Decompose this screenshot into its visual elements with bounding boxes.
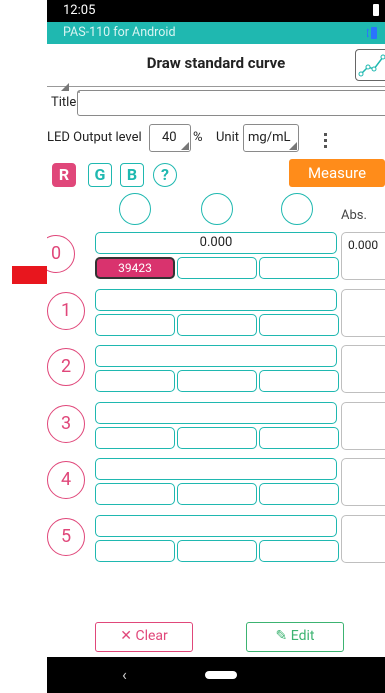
row-index-badge: 5: [47, 518, 85, 556]
system-nav-bar: ‹: [47, 657, 385, 693]
measurement-cell[interactable]: [177, 370, 257, 392]
row-index-badge: 4: [47, 461, 85, 499]
abs-value-box: [341, 458, 385, 506]
channel-g-button[interactable]: G: [88, 163, 112, 187]
led-unit-label: %: [193, 130, 203, 145]
measurement-cell[interactable]: [259, 257, 339, 279]
dropdown-icon: [181, 142, 189, 150]
status-bar: 12:05: [47, 0, 385, 22]
concentration-field[interactable]: [95, 402, 337, 424]
pencil-icon: ✎: [275, 628, 288, 644]
clock: 12:05: [63, 3, 96, 18]
measurement-cell[interactable]: [95, 427, 175, 449]
row-index-badge: 3: [47, 405, 85, 443]
measurement-cell[interactable]: [95, 483, 175, 505]
measurement-cell[interactable]: [259, 427, 339, 449]
abs-column-header: Abs.: [341, 208, 367, 223]
overflow-menu-icon[interactable]: [324, 133, 328, 151]
app-bar: PAS-110 for Android: [47, 22, 385, 44]
concentration-field[interactable]: [95, 515, 337, 537]
measurement-cell[interactable]: [177, 314, 257, 336]
measurement-cell[interactable]: [95, 314, 175, 336]
led-output-select[interactable]: 40: [149, 124, 191, 152]
dropdown-icon: [289, 142, 297, 150]
abs-value-box: [341, 345, 385, 393]
back-nav-icon[interactable]: ‹: [122, 665, 127, 684]
abs-value-box: 0.000: [341, 232, 385, 280]
title-label: Title: [51, 95, 77, 110]
measurement-cell[interactable]: [259, 314, 339, 336]
measurement-cell[interactable]: [259, 370, 339, 392]
edit-button[interactable]: ✎ Edit: [246, 622, 344, 652]
measurement-cell[interactable]: 39423: [95, 257, 175, 279]
measurement-cell[interactable]: [177, 483, 257, 505]
measurement-cell[interactable]: [95, 540, 175, 562]
row-index-badge: 1: [47, 292, 85, 330]
channel-r-button[interactable]: R: [52, 163, 76, 187]
row-index-badge: 0: [47, 235, 75, 273]
title-bar: Draw standard curve: [47, 44, 385, 86]
battery-icon: [373, 4, 379, 16]
measurement-cell[interactable]: [95, 370, 175, 392]
connection-icon[interactable]: [366, 25, 381, 41]
concentration-field[interactable]: 0.000: [95, 232, 337, 254]
measurement-cell[interactable]: [259, 483, 339, 505]
replicate-toggle-1[interactable]: [119, 193, 151, 225]
abs-value-box: [341, 515, 385, 563]
channel-b-button[interactable]: B: [120, 163, 144, 187]
page-title: Draw standard curve: [146, 54, 286, 72]
measure-button[interactable]: Measure: [289, 159, 385, 187]
clear-button[interactable]: ✕ Clear: [95, 622, 193, 652]
app-name: PAS-110 for Android: [63, 25, 176, 40]
concentration-field[interactable]: [95, 458, 337, 480]
clear-label: Clear: [135, 628, 168, 644]
concentration-field[interactable]: [95, 345, 337, 367]
home-nav-pill[interactable]: [205, 671, 237, 679]
measurement-cell[interactable]: [177, 540, 257, 562]
abs-value-box: [341, 402, 385, 450]
curve-graph-button[interactable]: [355, 49, 385, 81]
replicate-toggle-2[interactable]: [201, 193, 233, 225]
close-icon: ✕: [120, 628, 132, 644]
led-output-label: LED Output level: [47, 130, 142, 145]
title-input[interactable]: [61, 83, 385, 116]
measurement-cell[interactable]: [259, 540, 339, 562]
unit-label: Unit: [216, 130, 240, 145]
replicate-toggle-3[interactable]: [281, 193, 313, 225]
row-index-badge: 2: [47, 348, 85, 386]
unit-select[interactable]: mg/mL: [243, 124, 299, 152]
edit-label: Edit: [290, 628, 315, 644]
device-screen: 12:05 PAS-110 for Android Draw standard …: [47, 0, 385, 693]
measurement-cell[interactable]: [177, 427, 257, 449]
unit-value: mg/mL: [248, 130, 291, 145]
help-button[interactable]: ?: [153, 163, 177, 187]
measurement-cell[interactable]: [177, 257, 257, 279]
abs-value-box: [341, 289, 385, 337]
concentration-field[interactable]: [95, 289, 337, 311]
header-divider: [47, 86, 385, 87]
curve-graph-icon: [358, 54, 385, 77]
led-output-value: 40: [162, 130, 177, 145]
